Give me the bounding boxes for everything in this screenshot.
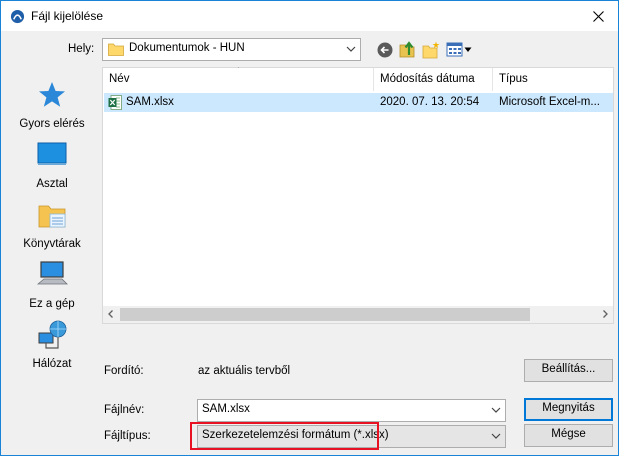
file-list[interactable]: Név Módosítás dátuma Típus SAM.xlsx 2020… [102,67,614,324]
place-desktop[interactable]: Asztal [6,139,98,199]
back-arrow-icon[interactable] [376,41,394,59]
place-libraries[interactable]: Könyvtárak [6,199,98,259]
desktop-icon [37,142,67,165]
star-icon [39,82,65,107]
excel-file-icon [108,95,122,110]
location-combo[interactable]: Dokumentumok - HUN [102,38,361,61]
filename-value: SAM.xlsx [202,403,250,415]
column-header-label: Módosítás dátuma [380,73,475,85]
place-network[interactable]: Hálózat [6,319,98,379]
column-header-label: Típus [499,73,528,85]
file-dialog: Fájl kijelölése Hely: Dokumentumok - HUN [0,0,619,456]
chevron-down-icon [346,46,356,52]
scrollbar-thumb[interactable] [120,308,530,321]
caret-down-icon [464,47,472,52]
horizontal-scrollbar[interactable] [103,306,613,323]
computer-icon [36,261,68,285]
column-header-type[interactable]: Típus [493,68,613,91]
title-bar: Fájl kijelölése [1,1,618,31]
translator-value: az aktuális tervből [198,365,291,377]
settings-button-label: Beállítás... [541,363,596,375]
column-header-date[interactable]: Módosítás dátuma [374,68,492,91]
view-menu-button[interactable] [446,41,472,59]
open-button[interactable]: Megnyitás [524,398,613,421]
table-row[interactable]: SAM.xlsx 2020. 07. 13. 20:54 Microsoft E… [104,93,613,112]
settings-button[interactable]: Beállítás... [524,359,613,382]
place-label: Hálózat [32,358,72,370]
chevron-down-icon [491,433,501,439]
column-header-name[interactable]: Név [103,68,373,91]
scroll-right-icon[interactable] [600,309,610,319]
location-label: Hely: [68,43,95,55]
open-button-label: Megnyitás [542,402,595,414]
cancel-button[interactable]: Mégse [524,424,613,447]
view-menu-icon [446,42,463,57]
filetype-select[interactable]: Szerkezetelemzési formátum (*.xlsx) [197,425,506,448]
places-sidebar: Gyors elérés Asztal Könyvtárak Ez a gép [6,67,98,385]
place-quick-access[interactable]: Gyors elérés [6,79,98,139]
libraries-icon [38,205,66,228]
translator-label: Fordító: [104,365,144,377]
network-icon [38,320,67,349]
window-title: Fájl kijelölése [31,9,104,23]
new-folder-icon[interactable] [422,41,440,59]
place-this-pc[interactable]: Ez a gép [6,259,98,319]
close-button[interactable] [578,1,618,31]
cancel-button-label: Mégse [551,428,586,440]
location-value: Dokumentumok - HUN [129,42,245,54]
up-folder-icon[interactable] [399,40,417,58]
place-label: Ez a gép [29,298,75,310]
chevron-down-icon[interactable] [490,405,502,415]
file-type: Microsoft Excel-m... [499,96,600,108]
file-name: SAM.xlsx [126,96,174,108]
place-label: Asztal [36,178,68,190]
column-header-label: Név [109,73,130,85]
filename-label: Fájlnév: [104,404,145,416]
file-date: 2020. 07. 13. 20:54 [380,96,480,108]
folder-icon [108,43,124,56]
app-logo-icon [10,9,25,24]
close-icon [592,10,604,22]
place-label: Gyors elérés [19,118,85,130]
filetype-label: Fájltípus: [104,430,151,442]
filetype-value: Szerkezetelemzési formátum (*.xlsx) [202,429,389,441]
filename-combo[interactable]: SAM.xlsx [197,399,506,422]
scroll-left-icon[interactable] [106,309,116,319]
place-label: Könyvtárak [23,238,81,250]
